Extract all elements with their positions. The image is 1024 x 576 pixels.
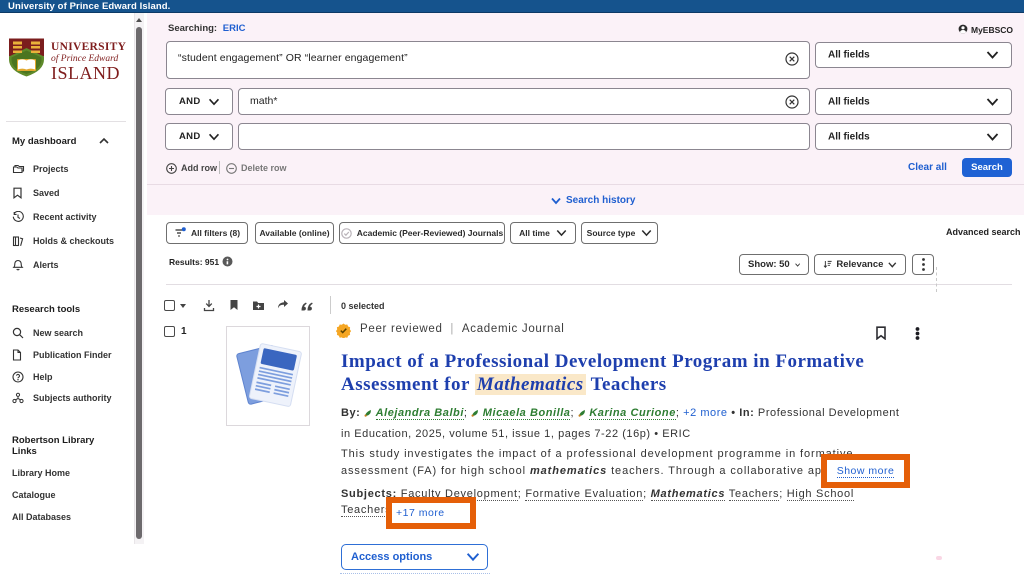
svg-text:UNIVERSITY: UNIVERSITY <box>51 41 127 53</box>
svg-text:ISLAND: ISLAND <box>51 63 120 83</box>
